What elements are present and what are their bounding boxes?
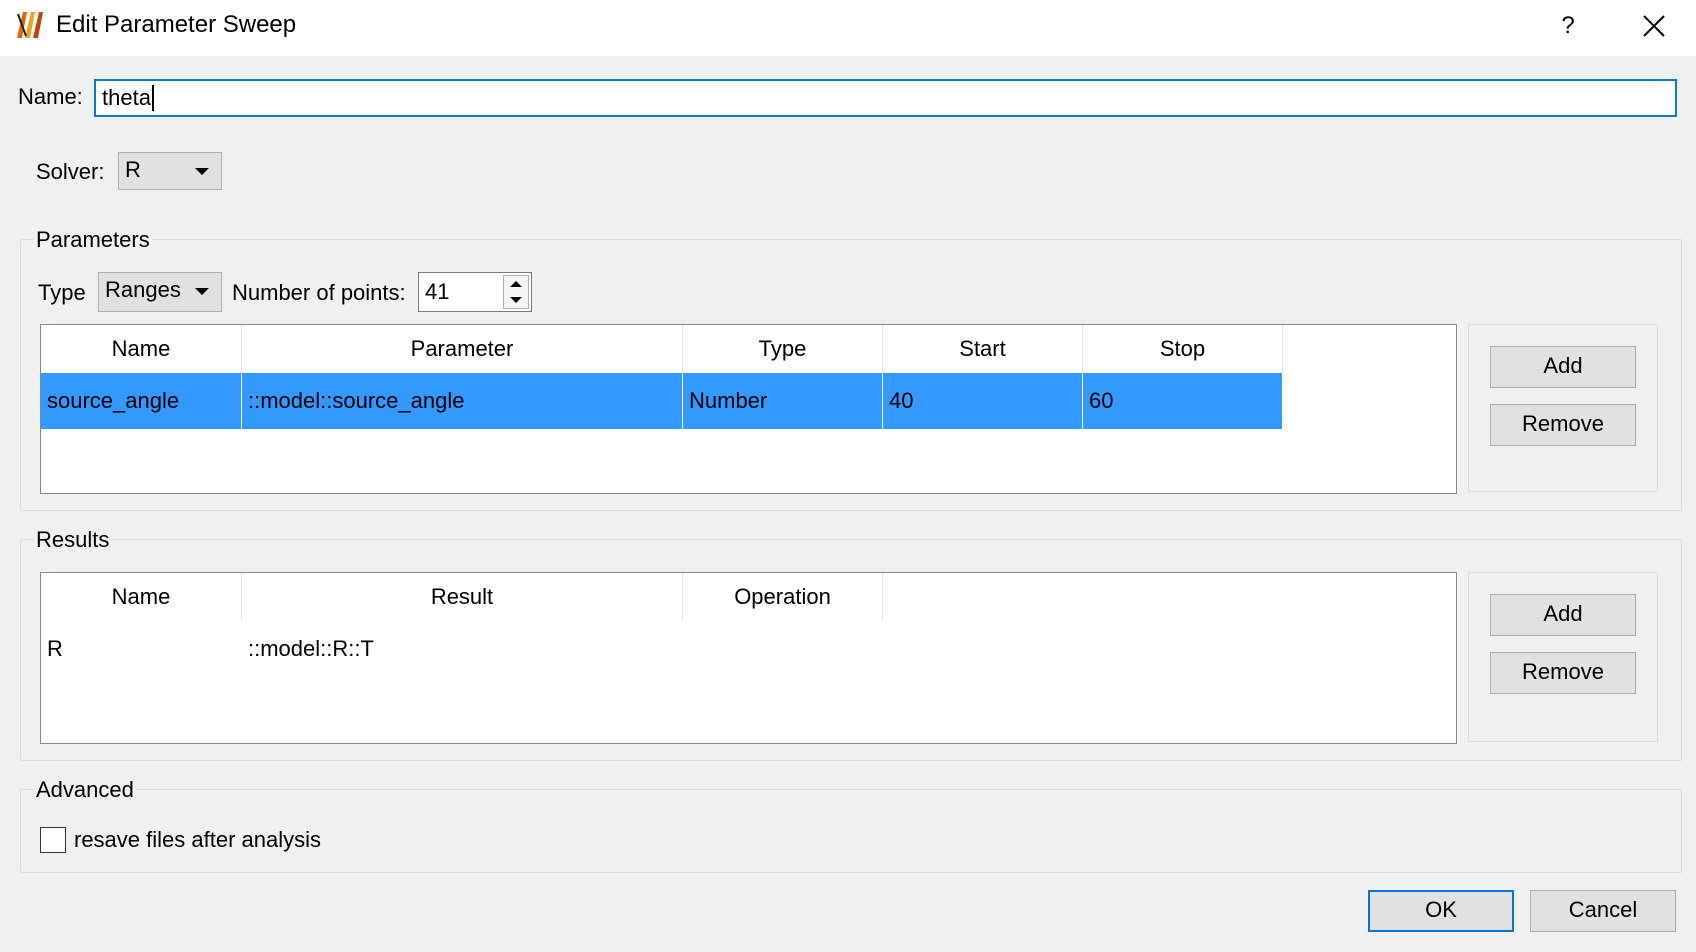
table-row[interactable]: R ::model::R::T	[41, 621, 883, 677]
cell-name[interactable]: source_angle	[41, 373, 242, 429]
spin-up-icon[interactable]	[510, 281, 522, 287]
parameters-group-title: Parameters	[34, 226, 152, 254]
resave-files-checkbox[interactable]	[40, 827, 66, 853]
name-input[interactable]: theta	[94, 79, 1677, 117]
parameters-type-selected: Ranges	[105, 277, 181, 302]
resave-files-label[interactable]: resave files after analysis	[74, 826, 321, 854]
close-icon[interactable]	[1634, 6, 1674, 46]
add-parameter-button[interactable]: Add	[1490, 346, 1636, 388]
spin-down-icon[interactable]	[510, 297, 522, 303]
cell-stop[interactable]: 60	[1083, 373, 1283, 429]
spinbox-buttons	[503, 275, 529, 309]
parameters-type-label: Type	[38, 280, 86, 305]
column-header-name[interactable]: Name	[41, 325, 242, 373]
number-of-points-spinbox[interactable]: 41	[418, 272, 532, 312]
solver-selected: R	[125, 157, 141, 182]
chevron-down-icon	[195, 288, 209, 295]
column-header-name[interactable]: Name	[41, 573, 242, 621]
column-header-type[interactable]: Type	[683, 325, 883, 373]
results-group-title: Results	[34, 526, 112, 554]
text-caret	[151, 85, 154, 111]
solver-dropdown[interactable]: R	[118, 152, 222, 190]
solver-label: Solver:	[36, 159, 105, 184]
advanced-group-title: Advanced	[34, 776, 136, 804]
name-label: Name:	[18, 84, 83, 109]
column-header-parameter[interactable]: Parameter	[242, 325, 683, 373]
cell-start[interactable]: 40	[883, 373, 1083, 429]
remove-parameter-button[interactable]: Remove	[1490, 404, 1636, 446]
number-of-points-label: Number of points:	[232, 280, 406, 305]
parameters-table[interactable]: Name Parameter Type Start Stop source_an…	[40, 324, 1457, 494]
column-header-result[interactable]: Result	[242, 573, 683, 621]
parameters-type-dropdown[interactable]: Ranges	[98, 272, 222, 312]
help-button[interactable]: ?	[1548, 6, 1588, 46]
cell-operation[interactable]	[683, 621, 883, 677]
results-table[interactable]: Name Result Operation R ::model::R::T	[40, 572, 1457, 744]
ok-button[interactable]: OK	[1368, 890, 1514, 932]
cancel-button[interactable]: Cancel	[1530, 890, 1676, 932]
column-header-operation[interactable]: Operation	[683, 573, 883, 621]
remove-result-button[interactable]: Remove	[1490, 652, 1636, 694]
number-of-points-value: 41	[425, 279, 450, 304]
table-row[interactable]: source_angle ::model::source_angle Numbe…	[41, 373, 1283, 429]
cell-name[interactable]: R	[41, 621, 242, 677]
cell-result[interactable]: ::model::R::T	[242, 621, 683, 677]
window-title: Edit Parameter Sweep	[56, 11, 297, 38]
parameters-table-header: Name Parameter Type Start Stop	[41, 325, 1283, 373]
chevron-down-icon	[195, 168, 209, 175]
results-table-header: Name Result Operation	[41, 573, 883, 621]
column-header-start[interactable]: Start	[883, 325, 1083, 373]
name-input-value: theta	[102, 85, 151, 110]
cell-type[interactable]: Number	[683, 373, 883, 429]
app-logo-icon	[17, 12, 43, 38]
title-bar: Edit Parameter Sweep ?	[0, 0, 1696, 56]
cell-parameter[interactable]: ::model::source_angle	[242, 373, 683, 429]
add-result-button[interactable]: Add	[1490, 594, 1636, 636]
column-header-stop[interactable]: Stop	[1083, 325, 1283, 373]
edit-parameter-sweep-dialog: Edit Parameter Sweep ? Name: theta Solve…	[0, 0, 1696, 952]
